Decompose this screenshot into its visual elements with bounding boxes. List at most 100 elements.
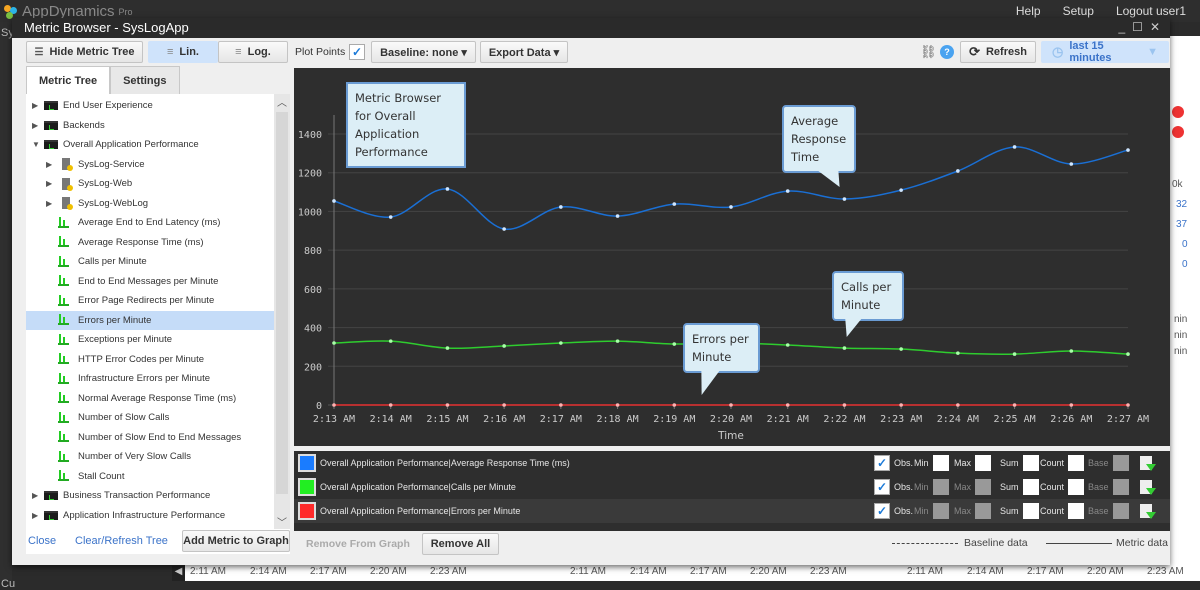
linear-scale-button[interactable]: ≡ Lin. — [148, 41, 218, 63]
remove-all-button[interactable]: Remove All — [422, 533, 499, 555]
minimize-icon[interactable]: _ — [1118, 20, 1125, 34]
legend-min-toggle[interactable]: Min — [914, 502, 949, 520]
link-icon[interactable]: ⛓ — [920, 44, 937, 60]
base-checkbox[interactable] — [1112, 479, 1129, 495]
help-link[interactable]: Help — [1016, 4, 1041, 18]
tree-item[interactable]: Exceptions per Minute — [26, 330, 274, 349]
min-checkbox[interactable] — [932, 479, 949, 495]
count-checkbox[interactable] — [1068, 455, 1085, 471]
sum-checkbox[interactable] — [1022, 455, 1039, 471]
tree-item[interactable]: ▶ End User Experience — [26, 96, 274, 115]
expand-down-icon[interactable]: ▼ — [32, 140, 42, 149]
max-checkbox[interactable] — [975, 455, 992, 471]
tree-item[interactable]: Infrastructure Errors per Minute — [26, 369, 274, 388]
tree-scrollbar[interactable]: ︿ ﹀ — [274, 94, 290, 529]
close-icon[interactable]: ✕ — [1150, 20, 1160, 34]
export-data-dropdown[interactable]: Export Data ▾ — [480, 41, 568, 63]
plot-points-checkbox[interactable]: ✓ — [349, 44, 365, 60]
legend-base-toggle[interactable]: Base — [1088, 502, 1129, 520]
expand-right-icon[interactable]: ▶ — [32, 121, 42, 130]
setup-link[interactable]: Setup — [1063, 4, 1094, 18]
tree-item[interactable]: ▼ Overall Application Performance — [26, 135, 274, 154]
obs-checkbox[interactable]: ✓ — [874, 479, 890, 495]
tab-settings[interactable]: Settings — [110, 66, 180, 94]
base-checkbox[interactable] — [1112, 455, 1129, 471]
tree-item[interactable]: ▶ Backends — [26, 116, 274, 135]
legend-count-toggle[interactable]: Count — [1040, 502, 1085, 520]
series-color-swatch[interactable] — [298, 454, 316, 472]
expand-right-icon[interactable]: ▶ — [32, 491, 42, 500]
clear-refresh-tree-link[interactable]: Clear/Refresh Tree — [75, 535, 168, 547]
tree-item[interactable]: ▶ SysLog-Service — [26, 155, 274, 174]
tree-item[interactable]: HTTP Error Codes per Minute — [26, 350, 274, 369]
tree-item[interactable]: Normal Average Response Time (ms) — [26, 389, 274, 408]
legend-sum-toggle[interactable]: Sum — [1000, 454, 1039, 472]
tree-item[interactable]: ▶ SysLog-WebLog — [26, 194, 274, 213]
expand-right-icon[interactable]: ▶ — [46, 179, 56, 188]
sum-checkbox[interactable] — [1022, 503, 1039, 519]
hide-metric-tree-button[interactable]: ☰ Hide Metric Tree — [26, 41, 143, 63]
maximize-icon[interactable]: ☐ — [1132, 20, 1143, 34]
count-checkbox[interactable] — [1068, 503, 1085, 519]
tree-item[interactable]: Average Response Time (ms) — [26, 233, 274, 252]
legend-min-toggle[interactable]: Min — [914, 454, 949, 472]
legend-base-toggle[interactable]: Base — [1088, 454, 1129, 472]
legend-count-toggle[interactable]: Count — [1040, 454, 1085, 472]
scroll-left-arrow[interactable]: ◀ — [172, 566, 185, 581]
scrollbar-thumb[interactable] — [276, 112, 288, 494]
tab-metric-tree[interactable]: Metric Tree — [26, 66, 111, 94]
tree-item[interactable]: ▶ SysLog-Web — [26, 174, 274, 193]
tree-item[interactable]: Calls per Minute — [26, 252, 274, 271]
min-checkbox[interactable] — [932, 455, 949, 471]
help-icon[interactable]: ? — [940, 45, 954, 59]
legend-max-toggle[interactable]: Max — [954, 454, 992, 472]
tree-item[interactable]: Average End to End Latency (ms) — [26, 213, 274, 232]
legend-count-toggle[interactable]: Count — [1040, 478, 1085, 496]
tree-item[interactable]: Error Page Redirects per Minute — [26, 291, 274, 310]
add-metric-to-graph-button[interactable]: Add Metric to Graph — [182, 530, 290, 552]
count-checkbox[interactable] — [1068, 479, 1085, 495]
obs-checkbox[interactable]: ✓ — [874, 503, 890, 519]
max-checkbox[interactable] — [975, 479, 992, 495]
max-checkbox[interactable] — [975, 503, 992, 519]
legend-sum-toggle[interactable]: Sum — [1000, 478, 1039, 496]
baseline-dropdown[interactable]: Baseline: none ▾ — [371, 41, 476, 63]
obs-checkbox[interactable]: ✓ — [874, 455, 890, 471]
legend-sum-toggle[interactable]: Sum — [1000, 502, 1039, 520]
expand-right-icon[interactable]: ▶ — [46, 199, 56, 208]
legend-min-toggle[interactable]: Min — [914, 478, 949, 496]
legend-max-toggle[interactable]: Max — [954, 478, 992, 496]
min-checkbox[interactable] — [932, 503, 949, 519]
legend-obs-toggle[interactable]: ✓ Obs. — [874, 454, 913, 472]
tree-item[interactable]: ▶ Application Infrastructure Performance — [26, 506, 274, 525]
tree-item[interactable]: Number of Very Slow Calls — [26, 447, 274, 466]
legend-obs-toggle[interactable]: ✓ Obs. — [874, 478, 913, 496]
close-link[interactable]: Close — [28, 535, 56, 547]
scroll-down-icon[interactable]: ﹀ — [277, 514, 287, 529]
logout-link[interactable]: Logout user1 — [1116, 4, 1186, 18]
base-checkbox[interactable] — [1112, 503, 1129, 519]
expand-right-icon[interactable]: ▶ — [32, 101, 42, 110]
sum-checkbox[interactable] — [1022, 479, 1039, 495]
tree-item[interactable]: Number of Slow End to End Messages — [26, 428, 274, 447]
log-scale-button[interactable]: ≡ Log. — [218, 41, 288, 63]
expand-right-icon[interactable]: ▶ — [32, 511, 42, 520]
tree-item[interactable]: Errors per Minute — [26, 310, 274, 330]
download-icon[interactable] — [1140, 504, 1156, 519]
tree-item[interactable]: Stall Count — [26, 467, 274, 486]
tree-item[interactable]: ▶ Business Transaction Performance — [26, 486, 274, 505]
time-range-dropdown[interactable]: ◷ last 15 minutes ▼ — [1041, 40, 1169, 64]
series-color-swatch[interactable] — [298, 478, 316, 496]
legend-max-toggle[interactable]: Max — [954, 502, 992, 520]
remove-from-graph-button[interactable]: Remove From Graph — [306, 538, 410, 550]
legend-obs-toggle[interactable]: ✓ Obs. — [874, 502, 913, 520]
refresh-button[interactable]: ⟳ Refresh — [960, 41, 1036, 63]
legend-base-toggle[interactable]: Base — [1088, 478, 1129, 496]
series-color-swatch[interactable] — [298, 502, 316, 520]
download-icon[interactable] — [1140, 456, 1156, 471]
scroll-up-icon[interactable]: ︿ — [277, 94, 287, 109]
tree-item[interactable]: Number of Slow Calls — [26, 408, 274, 427]
tree-item[interactable]: End to End Messages per Minute — [26, 272, 274, 291]
download-icon[interactable] — [1140, 480, 1156, 495]
expand-right-icon[interactable]: ▶ — [46, 160, 56, 169]
